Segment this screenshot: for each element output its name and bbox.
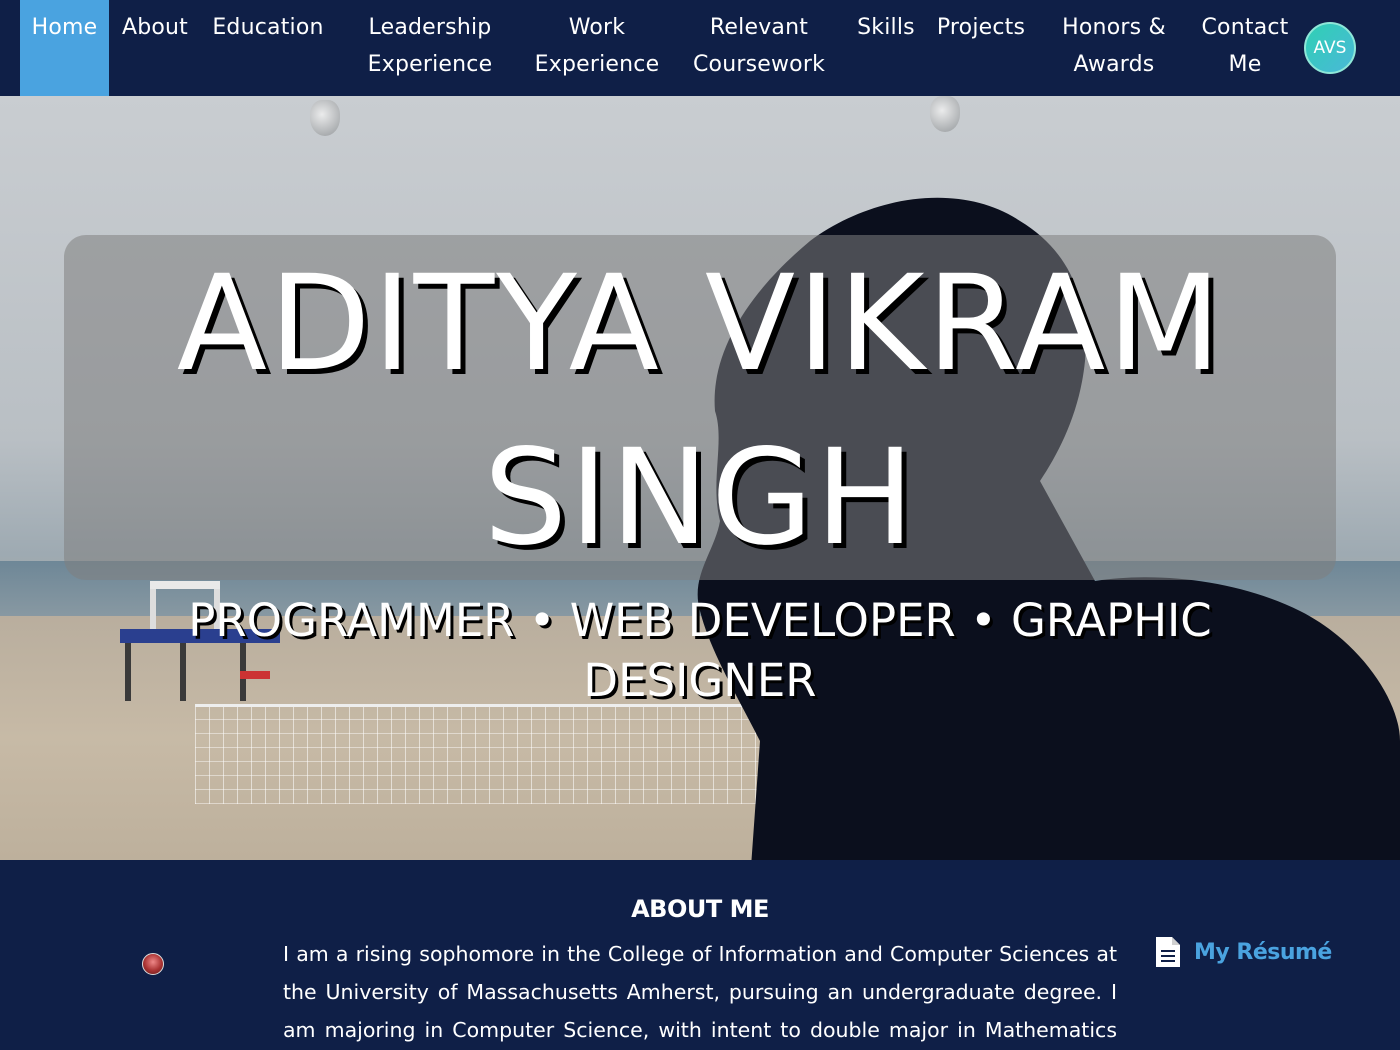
hero-tagline-line1: PROGRAMMER • WEB DEVELOPER • GRAPHIC bbox=[188, 594, 1212, 647]
nav-label: Me bbox=[1228, 52, 1262, 77]
hero-banner: ADITYA VIKRAM SINGH PROGRAMMER • WEB DEV… bbox=[0, 96, 1400, 860]
nav-label: Relevant bbox=[709, 15, 809, 40]
nav-label: About bbox=[121, 15, 189, 40]
nav-label: Contact bbox=[1201, 15, 1289, 40]
nav-item-skills[interactable]: Skills bbox=[852, 0, 920, 96]
nav-label: Experience bbox=[534, 52, 660, 77]
nav-label: Education bbox=[212, 15, 324, 40]
nav-label: Home bbox=[31, 15, 98, 40]
resume-link[interactable]: My Résumé bbox=[1156, 937, 1332, 967]
resume-link-label: My Résumé bbox=[1194, 939, 1332, 965]
nav-item-about[interactable]: About bbox=[112, 0, 198, 96]
about-section: ABOUT ME I am a rising sophomore in the … bbox=[0, 860, 1400, 1050]
hero-name-line1: ADITYA VIKRAM bbox=[176, 247, 1224, 401]
hero-name-line2: SINGH bbox=[483, 421, 917, 575]
nav-item-contact-me[interactable]: Contact Me bbox=[1190, 0, 1300, 96]
logo-text: AVS bbox=[1313, 38, 1347, 58]
water-drop-decoration bbox=[930, 96, 960, 132]
nav-label: Honors & bbox=[1062, 15, 1166, 40]
water-drop-decoration bbox=[310, 100, 340, 136]
logo-badge[interactable]: AVS bbox=[1304, 22, 1356, 74]
nav-item-home[interactable]: Home bbox=[20, 0, 109, 96]
nav-label: Leadership bbox=[368, 15, 492, 40]
nav-label: Work bbox=[568, 15, 626, 40]
nav-item-leadership-experience[interactable]: Leadership Experience bbox=[352, 0, 508, 96]
section-title: ABOUT ME bbox=[631, 895, 769, 923]
nav-item-honors-awards[interactable]: Honors & Awards bbox=[1050, 0, 1178, 96]
nav-label: Skills bbox=[857, 15, 915, 40]
hero-tagline-line2: DESIGNER bbox=[583, 654, 817, 707]
top-navbar: Home About Education Leadership Experien… bbox=[0, 0, 1400, 96]
document-icon bbox=[1156, 937, 1180, 967]
nav-item-education[interactable]: Education bbox=[204, 0, 332, 96]
nav-label: Awards bbox=[1073, 52, 1155, 77]
nav-item-projects[interactable]: Projects bbox=[928, 0, 1034, 96]
avatar bbox=[142, 953, 164, 975]
nav-item-work-experience[interactable]: Work Experience bbox=[523, 0, 671, 96]
nav-label: Experience bbox=[367, 52, 493, 77]
nav-label: Projects bbox=[936, 15, 1026, 40]
about-paragraph: I am a rising sophomore in the College o… bbox=[283, 942, 1117, 1042]
nav-item-relevant-coursework[interactable]: Relevant Coursework bbox=[680, 0, 838, 96]
nav-label: Coursework bbox=[692, 52, 826, 77]
